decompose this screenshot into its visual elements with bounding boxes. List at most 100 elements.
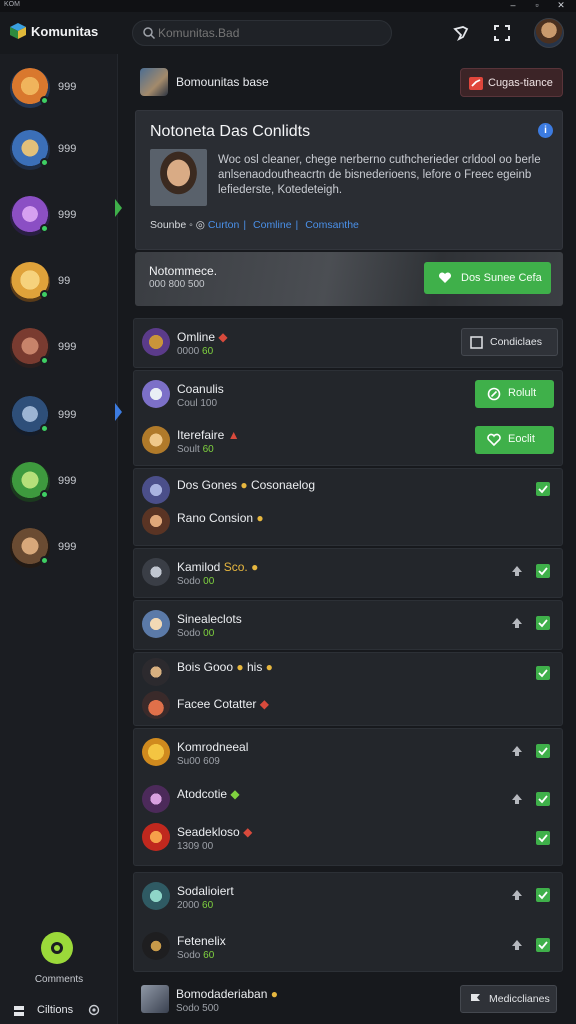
server-item[interactable]: 999 — [10, 394, 104, 438]
community-topbar: Bomounitas base Cugas-tiance — [118, 54, 576, 110]
member-checkbox[interactable] — [536, 831, 550, 845]
member-checkbox[interactable] — [536, 616, 550, 630]
member-row[interactable]: Seadekloso ◆ 1309 00 — [134, 817, 564, 867]
online-status-dot — [40, 158, 49, 167]
member-group: Sinealeclots Sodo 00 — [133, 600, 563, 650]
server-count: 999 — [58, 209, 77, 221]
app-name: Komunitas — [31, 24, 99, 39]
member-status: 2000 60 — [177, 900, 214, 911]
search-input[interactable] — [158, 24, 383, 42]
banner-action-button[interactable]: Dos Sunee Cefa — [424, 262, 551, 294]
server-item[interactable]: 999 — [10, 326, 104, 370]
online-status-dot — [40, 424, 49, 433]
member-checkbox[interactable] — [536, 482, 550, 496]
member-name: Atodcotie ◆ — [177, 787, 240, 801]
member-row[interactable]: Komrodneeal Su00 609 — [134, 729, 564, 779]
member-row[interactable]: Sodalioiert 2000 60 — [134, 873, 564, 923]
close-button[interactable]: ✕ — [552, 0, 570, 12]
member-group: Kamilod Sco. ● Sodo 00 — [133, 548, 563, 598]
invite-button[interactable]: Rolult — [475, 380, 554, 408]
member-status: Sodo 60 — [177, 950, 215, 961]
server-item[interactable]: 999 — [10, 128, 104, 172]
member-name: Bomodaderiaban ● — [176, 987, 278, 1001]
upvote-icon[interactable] — [511, 939, 523, 951]
member-avatar — [142, 785, 170, 813]
member-row[interactable]: Fetenelix Sodo 60 — [134, 923, 564, 973]
member-row[interactable]: Iterefaire ▲ Soult 60 Eoclit — [134, 417, 564, 467]
member-avatar — [142, 658, 170, 686]
member-name: Seadekloso ◆ — [177, 825, 253, 839]
maximize-button[interactable]: ▫ — [528, 0, 546, 12]
member-row[interactable]: Omline ◆ 0000 60 Condiclaes — [134, 319, 564, 369]
member-avatar — [142, 380, 170, 408]
upvote-icon[interactable] — [511, 565, 523, 577]
upvote-icon[interactable] — [511, 617, 523, 629]
member-row[interactable]: Sinealeclots Sodo 00 — [134, 601, 564, 651]
server-sidebar: 999 999 999 99 999 999 999 999 Comments … — [0, 54, 122, 1024]
member-status: 1309 00 — [177, 841, 214, 852]
mediate-button[interactable]: Medicclianes — [460, 985, 557, 1013]
manage-button[interactable]: Condiclaes — [461, 328, 558, 356]
report-button[interactable]: Cugas-tiance — [460, 68, 563, 97]
member-checkbox[interactable] — [536, 744, 550, 758]
server-count: 999 — [58, 409, 77, 421]
member-name: Facee Cotatter ◆ — [177, 697, 269, 711]
community-name: Bomounitas base — [176, 75, 269, 89]
card-links: Sounbe ◦ ◎ Curton | Comline | Comsanthe — [150, 219, 359, 231]
member-row[interactable]: Coanulis Coul 100 Rolult — [134, 371, 564, 421]
member-group-online: Omline ◆ 0000 60 Condiclaes — [133, 318, 563, 368]
upvote-icon[interactable] — [511, 793, 523, 805]
app-header: Komunitas — [0, 12, 576, 54]
expand-icon[interactable] — [490, 21, 514, 45]
comments-button[interactable] — [41, 932, 73, 964]
member-group: Komrodneeal Su00 609 Atodcotie ◆ Seadekl… — [133, 728, 563, 866]
server-count: 999 — [58, 541, 77, 553]
upvote-icon[interactable] — [511, 745, 523, 757]
wrench-icon[interactable] — [449, 21, 473, 45]
member-avatar — [142, 738, 170, 766]
member-row[interactable]: Facee Cotatter ◆ — [134, 683, 564, 733]
member-status: Coul 100 — [177, 398, 218, 409]
server-item[interactable]: 999 — [10, 526, 104, 570]
link-comline[interactable]: Comline — [253, 219, 292, 231]
banner-subtitle: 000 800 500 — [149, 279, 205, 290]
links-prefix: Sounbe — [150, 219, 187, 231]
member-status: Su00 609 — [177, 756, 220, 767]
settings-icon[interactable] — [88, 1004, 100, 1016]
server-item[interactable]: 99 — [10, 260, 104, 304]
member-avatar — [142, 882, 170, 910]
member-checkbox[interactable] — [536, 792, 550, 806]
member-name: Omline ◆ — [177, 330, 228, 344]
member-row[interactable]: Rano Consion ● — [134, 501, 564, 551]
edit-button[interactable]: Eoclit — [475, 426, 554, 454]
member-row[interactable]: Kamilod Sco. ● Sodo 00 — [134, 549, 564, 599]
member-avatar — [142, 610, 170, 638]
info-icon[interactable]: i — [538, 123, 553, 138]
upvote-icon[interactable] — [511, 889, 523, 901]
sidebar-footer[interactable]: Ciltions — [0, 998, 118, 1024]
member-group: Bois Gooo ● his ● Facee Cotatter ◆ — [133, 652, 563, 726]
server-count: 999 — [58, 81, 77, 93]
member-row[interactable]: Bomodaderiaban ● Sodo 500 Medicclianes — [133, 976, 563, 1024]
member-checkbox[interactable] — [536, 888, 550, 902]
link-curton[interactable]: Curton — [208, 219, 240, 231]
link-comsanthe[interactable]: Comsanthe — [305, 219, 359, 231]
flag-icon — [14, 1006, 24, 1016]
card-description: Woc osl cleaner, chege nerberno cuthcher… — [218, 154, 541, 196]
user-avatar[interactable] — [534, 18, 564, 48]
member-avatar — [142, 691, 170, 719]
heart-icon — [438, 272, 452, 283]
server-item[interactable]: 999 — [10, 66, 104, 110]
minimize-button[interactable]: – — [504, 0, 522, 12]
server-item[interactable]: 999 — [10, 460, 104, 504]
member-checkbox[interactable] — [536, 666, 550, 680]
search-bar[interactable] — [132, 20, 392, 46]
online-status-dot — [40, 290, 49, 299]
member-name: Sodalioiert — [177, 884, 234, 898]
server-item[interactable]: 999 — [10, 194, 104, 238]
member-group: Sodalioiert 2000 60 Fetenelix Sodo 60 — [133, 872, 563, 972]
member-name: Bois Gooo ● his ● — [177, 660, 273, 674]
member-checkbox[interactable] — [536, 938, 550, 952]
member-status: 0000 60 — [177, 346, 214, 357]
member-checkbox[interactable] — [536, 564, 550, 578]
